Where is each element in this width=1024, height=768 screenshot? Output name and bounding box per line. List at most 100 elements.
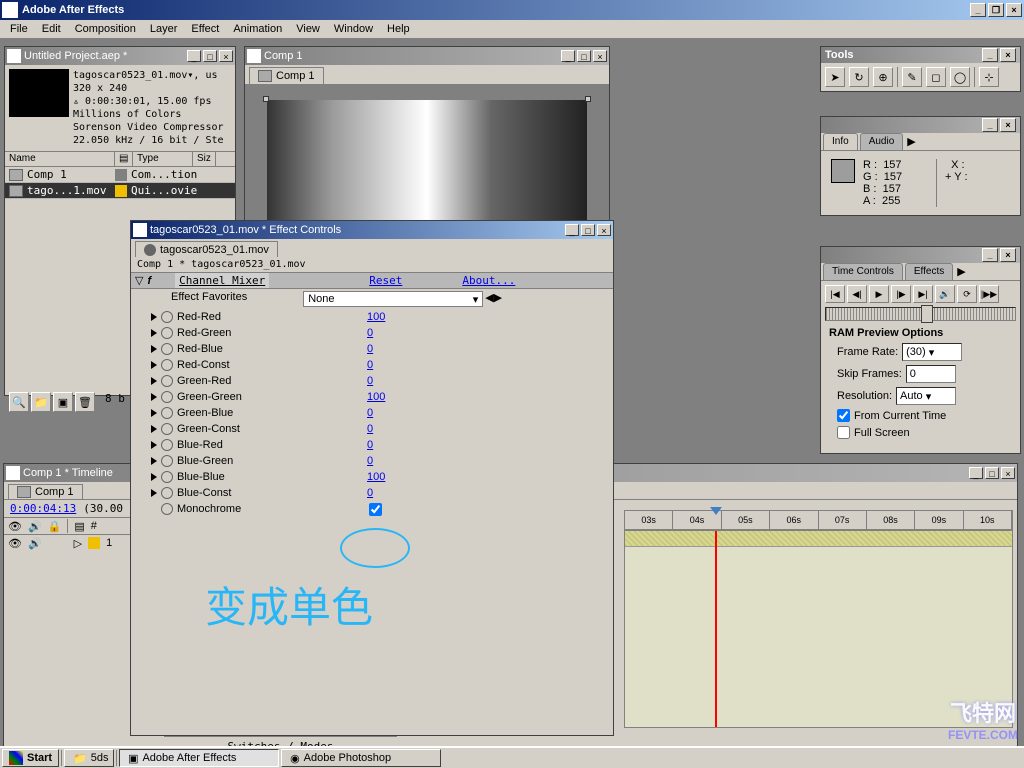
from-current-checkbox[interactable]	[837, 409, 850, 422]
minimize-button[interactable]: _	[982, 48, 998, 62]
full-screen-checkbox[interactable]	[837, 426, 850, 439]
next-frame-button[interactable]: |▶	[891, 285, 911, 303]
maximize-button[interactable]: □	[577, 50, 591, 62]
stopwatch-icon[interactable]	[161, 327, 173, 339]
current-time[interactable]: 0:00:04:13	[6, 500, 80, 517]
project-item-footage[interactable]: tago...1.mov Qui...ovie	[5, 183, 235, 199]
trash-icon[interactable]: 🗑	[75, 392, 95, 412]
last-frame-button[interactable]: ▶|	[913, 285, 933, 303]
param-value[interactable]: 0	[367, 455, 373, 467]
task-photoshop[interactable]: ◉Adobe Photoshop	[281, 749, 441, 767]
play-button[interactable]: ▶	[869, 285, 889, 303]
handle-icon[interactable]	[263, 96, 269, 102]
param-value[interactable]: 100	[367, 471, 385, 483]
video-toggle[interactable]: 👁	[8, 537, 22, 550]
maximize-button[interactable]: □	[203, 50, 217, 62]
comp-titlebar[interactable]: Comp 1 _ □ ×	[245, 47, 609, 65]
twirl-icon[interactable]	[151, 425, 157, 433]
minimize-button[interactable]: _	[982, 248, 998, 262]
about-link[interactable]: About...	[462, 274, 515, 287]
tab-audio[interactable]: Audio	[860, 133, 904, 150]
jog-knob[interactable]	[921, 305, 933, 323]
tab-info[interactable]: Info	[823, 133, 858, 150]
param-value[interactable]: 0	[367, 359, 373, 371]
panel-menu-icon[interactable]: ▶	[953, 263, 969, 280]
layer-bar[interactable]	[625, 531, 1012, 547]
twirl-icon[interactable]	[151, 377, 157, 385]
param-value[interactable]: 0	[367, 375, 373, 387]
audio-toggle[interactable]: 🔊	[28, 537, 42, 550]
col-label-icon[interactable]: ▤	[115, 152, 133, 166]
cti-head-icon[interactable]	[710, 507, 722, 515]
close-button[interactable]: ×	[1000, 48, 1016, 62]
stopwatch-icon[interactable]	[161, 423, 173, 435]
param-value[interactable]: 100	[367, 311, 385, 323]
stopwatch-icon[interactable]	[161, 407, 173, 419]
stopwatch-icon[interactable]	[161, 391, 173, 403]
twirl-icon[interactable]	[151, 361, 157, 369]
close-button[interactable]: ×	[219, 50, 233, 62]
skip-frames-input[interactable]	[906, 365, 956, 383]
menu-animation[interactable]: Animation	[227, 21, 288, 37]
loop-button[interactable]: ⟳	[957, 285, 977, 303]
maximize-button[interactable]: □	[985, 467, 999, 479]
nav-arrows-icon[interactable]: ◀▶	[485, 291, 502, 307]
close-button[interactable]: ×	[1006, 3, 1022, 17]
effect-controls-titlebar[interactable]: tagoscar0523_01.mov * Effect Controls _ …	[131, 221, 613, 239]
project-item-comp[interactable]: Comp 1 Com...tion	[5, 167, 235, 183]
quicklaunch-folder[interactable]: 📁5ds	[64, 749, 114, 767]
ec-tab[interactable]: tagoscar0523_01.mov	[135, 241, 278, 257]
stopwatch-icon[interactable]	[161, 343, 173, 355]
minimize-button[interactable]: _	[969, 467, 983, 479]
folder-icon[interactable]: 📁	[31, 392, 51, 412]
handle-icon[interactable]	[585, 96, 591, 102]
param-value[interactable]: 100	[367, 391, 385, 403]
col-size[interactable]: Siz	[193, 152, 216, 166]
audio-button[interactable]: 🔊	[935, 285, 955, 303]
menu-help[interactable]: Help	[381, 21, 416, 37]
close-button[interactable]: ×	[1000, 248, 1016, 262]
maximize-button[interactable]: ❐	[988, 3, 1004, 17]
frame-rate-select[interactable]: (30) ▾	[902, 343, 962, 361]
footage-thumbnail[interactable]	[9, 69, 69, 117]
menu-layer[interactable]: Layer	[144, 21, 184, 37]
col-name[interactable]: Name	[5, 152, 115, 166]
color-label[interactable]	[115, 169, 127, 181]
time-ruler[interactable]: 03s 04s 05s 06s 07s 08s 09s 10s	[624, 510, 1013, 530]
prev-frame-button[interactable]: ◀|	[847, 285, 867, 303]
favorites-dropdown[interactable]: None▾	[303, 291, 483, 307]
twirl-icon[interactable]	[151, 489, 157, 497]
pen-tool-icon[interactable]: ✎	[902, 67, 922, 87]
jog-bar[interactable]	[825, 307, 1016, 321]
stopwatch-icon[interactable]	[161, 359, 173, 371]
project-titlebar[interactable]: Untitled Project.aep * _ □ ×	[5, 47, 235, 65]
param-value[interactable]: 0	[367, 487, 373, 499]
menu-edit[interactable]: Edit	[36, 21, 67, 37]
layer-color[interactable]	[88, 537, 100, 549]
ram-preview-button[interactable]: |▶▶	[979, 285, 999, 303]
twirl-icon[interactable]	[151, 345, 157, 353]
param-value[interactable]: 0	[367, 407, 373, 419]
tab-effects[interactable]: Effects	[905, 263, 953, 280]
video-icon[interactable]: 👁	[8, 520, 22, 533]
label-icon[interactable]: ▤	[74, 520, 84, 533]
minimize-button[interactable]: _	[561, 50, 575, 62]
menu-file[interactable]: File	[4, 21, 34, 37]
oval-tool-icon[interactable]: ◯	[950, 67, 970, 87]
stopwatch-icon[interactable]	[161, 455, 173, 467]
timeline-tab[interactable]: Comp 1	[8, 484, 83, 499]
close-button[interactable]: ×	[1001, 467, 1015, 479]
reset-link[interactable]: Reset	[369, 274, 402, 287]
menu-view[interactable]: View	[290, 21, 326, 37]
close-button[interactable]: ×	[1000, 118, 1016, 132]
stopwatch-icon[interactable]	[161, 471, 173, 483]
selection-tool-icon[interactable]: ➤	[825, 67, 845, 87]
param-value[interactable]: 0	[367, 327, 373, 339]
param-value[interactable]: 0	[367, 423, 373, 435]
twirl-icon[interactable]	[151, 409, 157, 417]
twirl-icon[interactable]	[151, 393, 157, 401]
tab-time-controls[interactable]: Time Controls	[823, 263, 903, 280]
audio-icon[interactable]: 🔊	[28, 520, 42, 533]
panel-menu-icon[interactable]: ▶	[903, 133, 919, 150]
comp-tab[interactable]: Comp 1	[249, 67, 324, 84]
